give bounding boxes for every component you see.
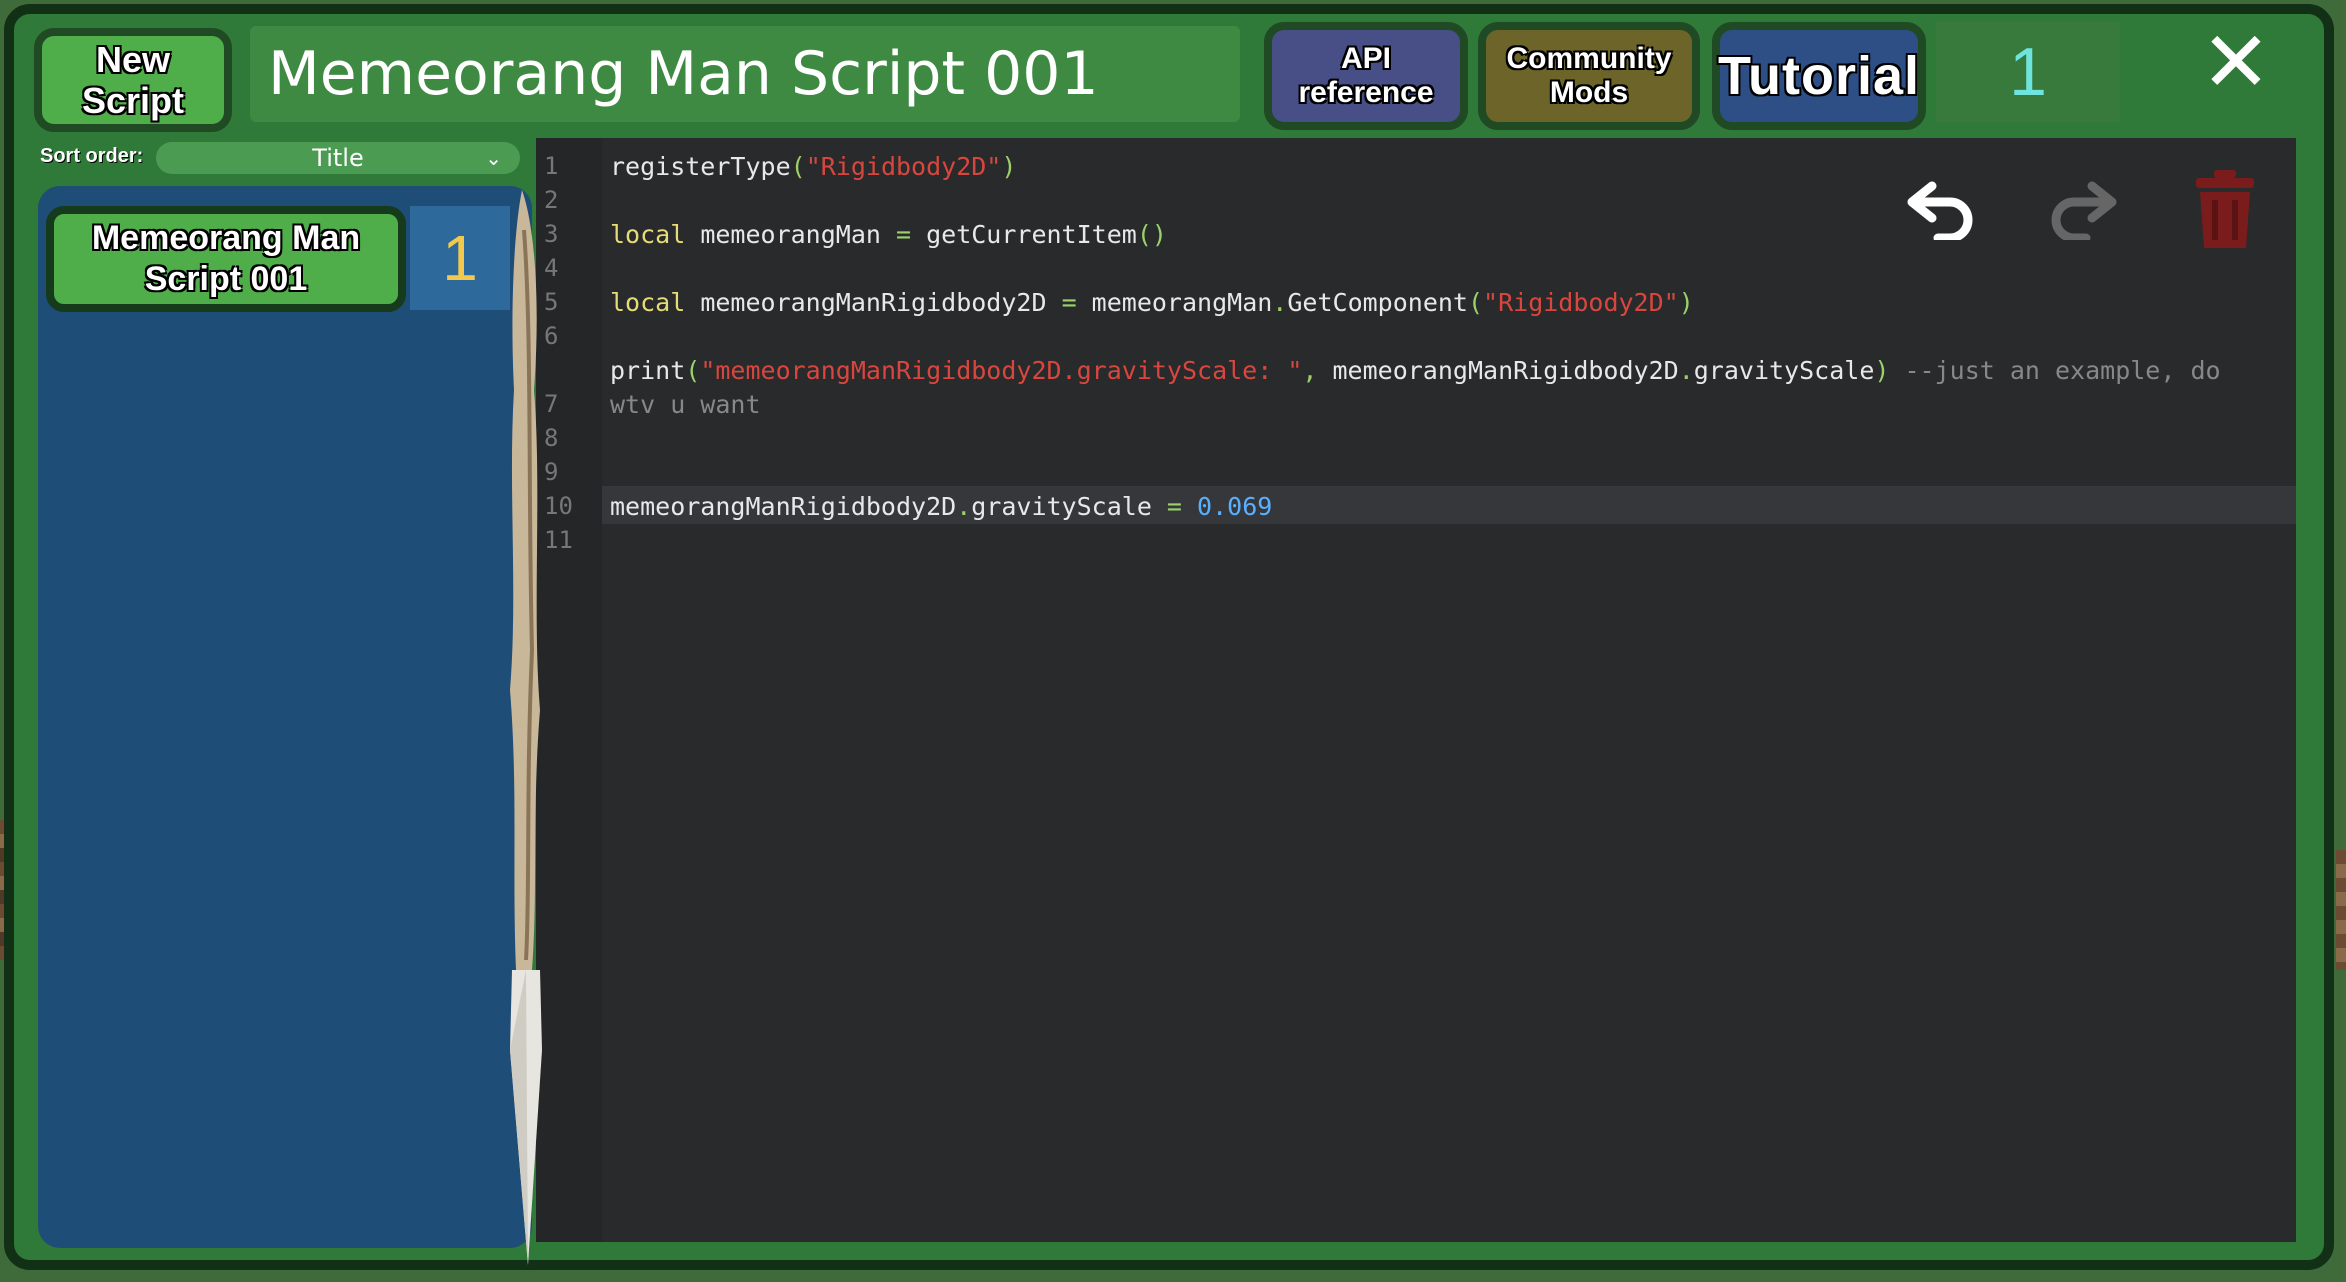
community-mods-button[interactable]: Community Mods — [1478, 22, 1700, 130]
line-number: 8 — [544, 424, 559, 452]
redo-icon[interactable] — [2042, 176, 2122, 240]
script-list-panel — [38, 186, 532, 1248]
script-count-badge: 1 — [1936, 22, 2120, 122]
code-line-6: print("memeorangManRigidbody2D.gravitySc… — [610, 356, 2221, 385]
code-editor[interactable]: 1 2 3 4 5 6 7 8 9 10 11 registerType("Ri… — [536, 138, 2296, 1242]
line-number: 4 — [544, 254, 559, 282]
api-reference-button[interactable]: API reference — [1264, 22, 1468, 130]
line-number: 2 — [544, 186, 559, 214]
line-number: 1 — [544, 152, 559, 180]
trash-icon[interactable] — [2190, 168, 2260, 252]
undo-icon[interactable] — [1902, 176, 1982, 240]
line-number: 7 — [544, 390, 559, 418]
line-number: 3 — [544, 220, 559, 248]
line-number: 11 — [544, 526, 573, 554]
code-line-6-wrap: wtv u want — [610, 390, 761, 419]
script-list-item[interactable]: Memeorang Man Script 001 — [46, 206, 406, 312]
line-number: 10 — [544, 492, 573, 520]
close-icon[interactable]: ✕ — [2196, 20, 2276, 104]
new-script-button[interactable]: New Script — [34, 28, 232, 132]
code-line-3: local memeorangMan = getCurrentItem() — [610, 220, 1167, 249]
sort-order-select[interactable]: Title ⌄ — [156, 142, 520, 174]
code-line-5: local memeorangManRigidbody2D = memeoran… — [610, 288, 1694, 317]
chevron-down-icon: ⌄ — [485, 146, 502, 170]
line-number: 9 — [544, 458, 559, 486]
new-script-label-1: New — [95, 38, 171, 80]
script-list-item-label-2: Script 001 — [144, 260, 308, 298]
tutorial-label: Tutorial — [1718, 45, 1920, 106]
api-label-1: API — [1340, 41, 1391, 75]
community-label-1: Community — [1506, 41, 1672, 75]
script-list-item-count: 1 — [410, 206, 510, 310]
background-terrain-right — [2336, 850, 2346, 970]
api-label-2: reference — [1298, 76, 1434, 109]
line-number: 5 — [544, 288, 559, 316]
new-script-label-2: Script — [81, 80, 185, 121]
wand-item — [510, 190, 542, 1265]
sort-order-label: Sort order: — [40, 145, 144, 167]
community-label-2: Mods — [1549, 76, 1629, 109]
line-number: 6 — [544, 322, 559, 350]
tutorial-button[interactable]: Tutorial — [1712, 22, 1926, 130]
script-title-input[interactable]: Memeorang Man Script 001 — [250, 26, 1240, 122]
code-line-10: memeorangManRigidbody2D.gravityScale = 0… — [610, 492, 1273, 521]
code-line-1: registerType("Rigidbody2D") — [610, 152, 1017, 181]
script-list-item-label-1: Memeorang Man — [91, 219, 361, 258]
sort-order-value: Title — [312, 144, 364, 172]
